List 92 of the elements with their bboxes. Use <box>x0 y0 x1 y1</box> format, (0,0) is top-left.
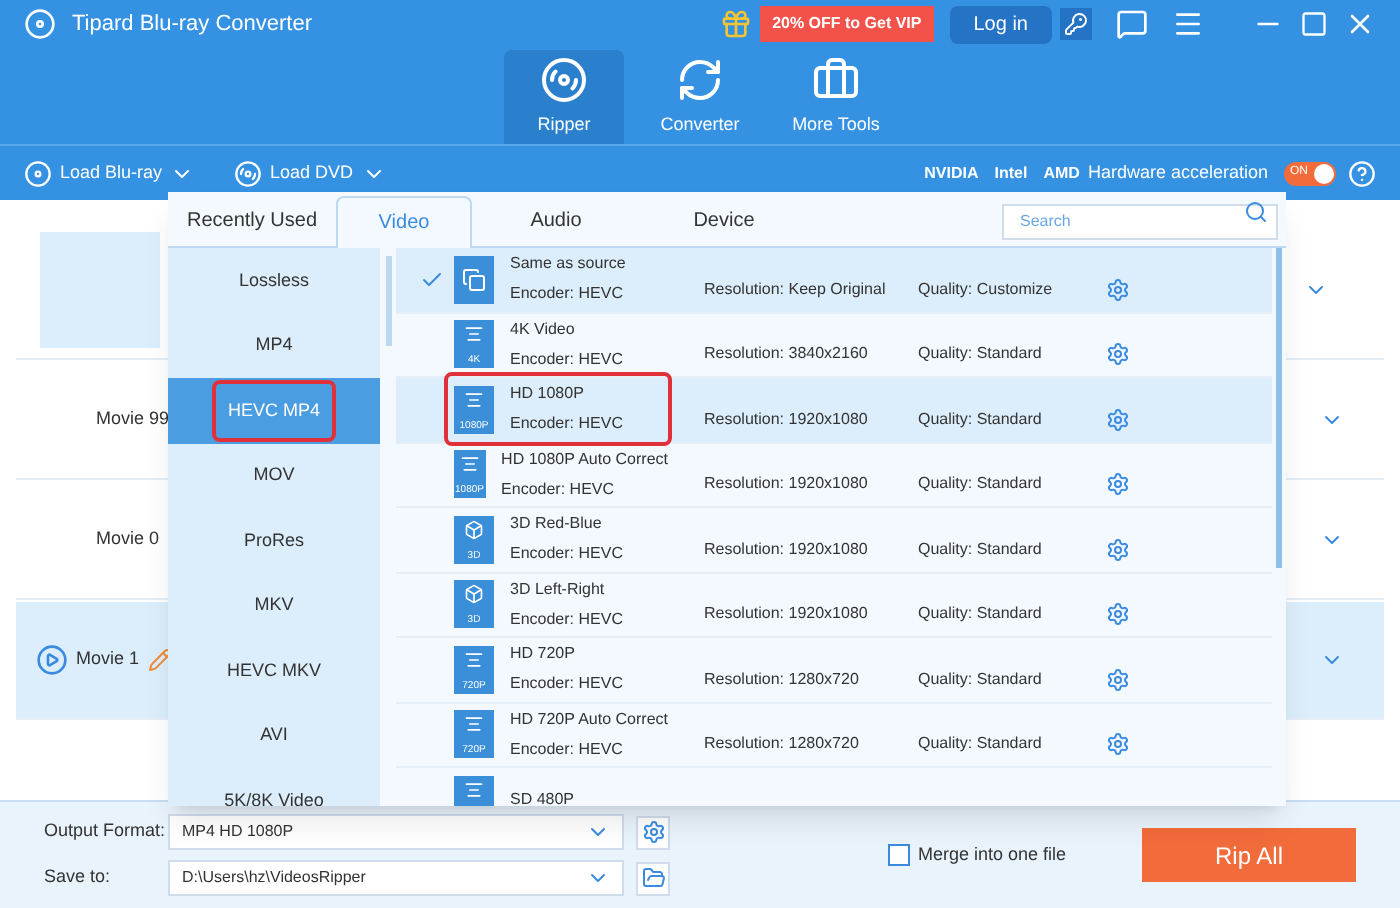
format-settings-button[interactable] <box>636 815 670 849</box>
format-name: SD 480P <box>510 787 575 806</box>
menu-icon[interactable] <box>1172 8 1204 40</box>
dvd-icon <box>234 159 263 187</box>
settings-icon[interactable] <box>1106 537 1130 562</box>
gift-icon <box>720 8 753 40</box>
format-category[interactable]: 5K/8K Video <box>168 768 380 806</box>
scrollbar-thumb[interactable] <box>385 256 391 346</box>
encoder-text: Encoder: HEVC <box>501 477 617 502</box>
format-category[interactable]: ProRes <box>168 508 380 573</box>
encoder-text: Encoder: HEVC <box>510 542 623 567</box>
maximize-icon[interactable] <box>1300 10 1328 38</box>
key-icon[interactable] <box>1060 8 1092 40</box>
movie-title: Movie 1 <box>76 646 140 673</box>
merge-label: Merge into one file <box>917 841 1066 868</box>
format-category[interactable]: Lossless <box>168 248 380 313</box>
feedback-icon[interactable] <box>1116 8 1148 40</box>
format-category[interactable]: AVI <box>168 703 380 768</box>
resolution-text: Resolution: 1280x720 <box>704 667 861 692</box>
quality-text: Quality: Standard <box>918 472 1044 497</box>
format-name: HD 1080P Auto Correct <box>501 447 668 472</box>
format-name: HD 1080P <box>510 382 586 407</box>
search-field[interactable]: Search <box>1002 203 1278 239</box>
resolution-text: Resolution: 3840x2160 <box>704 342 870 367</box>
resolution-text: Resolution: 1920x1080 <box>704 602 870 627</box>
merge-checkbox[interactable] <box>887 844 910 866</box>
encoder-text: Encoder: HEVC <box>510 412 623 437</box>
gpu-vendor-label: Intel <box>994 161 1028 185</box>
settings-icon[interactable] <box>1106 277 1130 302</box>
format-category[interactable]: HEVC MKV <box>168 638 380 703</box>
settings-icon[interactable] <box>1106 342 1130 367</box>
encoder-text: Encoder: HEVC <box>510 607 623 632</box>
scrollbar-thumb[interactable] <box>1276 248 1282 568</box>
settings-icon[interactable] <box>1106 732 1130 757</box>
bluray-thumbnail <box>40 231 160 347</box>
disc-icon <box>540 55 588 104</box>
resolution-text: Resolution: 1920x1080 <box>704 407 870 432</box>
format-name: 4K Video <box>510 317 577 342</box>
format-tab[interactable]: Device <box>640 194 808 246</box>
format-name: HD 720P Auto Correct <box>509 707 668 732</box>
save-to-label: Save to: <box>44 864 113 891</box>
gpu-vendor-label: NVIDIA <box>924 161 979 185</box>
format-category[interactable]: MOV <box>168 443 380 508</box>
format-tab[interactable]: Audio <box>472 194 640 246</box>
resolution-text: Resolution: 1920x1080 <box>704 472 870 497</box>
format-name: Same as source <box>510 252 626 277</box>
help-icon[interactable] <box>1348 159 1376 187</box>
open-folder-button[interactable] <box>636 861 670 895</box>
login-button[interactable]: Log in <box>949 5 1052 43</box>
quality-text: Quality: Standard <box>918 667 1044 692</box>
quality-text: Quality: Standard <box>918 602 1044 627</box>
play-icon[interactable] <box>36 644 68 676</box>
quality-text: Quality: Standard <box>918 537 1044 562</box>
quality-text: Quality: Customize <box>918 277 1055 302</box>
output-format-label: Output Format: <box>44 818 168 845</box>
edit-icon[interactable] <box>147 648 172 672</box>
quality-text: Quality: Standard <box>918 342 1044 367</box>
nav-tab[interactable]: Ripper <box>504 50 624 144</box>
quality-text: Quality: Standard <box>918 407 1044 432</box>
resolution-text: Resolution: Keep Original <box>704 277 888 302</box>
quality-text: Quality: Standard <box>918 732 1044 757</box>
app-logo-icon <box>24 8 56 40</box>
format-category[interactable]: MKV <box>168 573 380 638</box>
settings-icon[interactable] <box>1106 472 1130 497</box>
gpu-vendor-label: AMD <box>1043 161 1080 185</box>
movie-title: Movie 0 <box>96 526 160 553</box>
format-category[interactable]: MP4 <box>168 313 380 378</box>
copy-icon <box>454 255 494 304</box>
resolution-text: Resolution: 1920x1080 <box>704 537 870 562</box>
encoder-text: Encoder: HEVC <box>509 737 625 762</box>
settings-icon[interactable] <box>1106 407 1130 432</box>
convert-icon <box>676 55 724 104</box>
format-tab[interactable]: Recently Used <box>168 194 336 246</box>
encoder-text: Encoder: HEVC <box>510 282 625 307</box>
save-path-select[interactable]: D:\Users\hz\VideosRipper <box>168 860 624 896</box>
format-option-row[interactable]: Same as source Encoder: HEVC Resolution: Keep Original Quality: Customize <box>396 248 1272 313</box>
acceleration-label: Hardware acceleration <box>1087 159 1268 186</box>
format-option-row[interactable]: SD 480P <box>396 768 1272 806</box>
encoder-text: Encoder: HEVC <box>510 672 623 697</box>
resolution-text: Resolution: 1280x720 <box>704 732 861 757</box>
window-title: Tipard Blu-ray Converter <box>72 9 313 40</box>
toolbox-icon <box>812 55 860 104</box>
format-name: 3D Left-Right <box>510 577 607 602</box>
movie-title: Movie 99 <box>96 406 170 433</box>
search-icon[interactable] <box>1244 200 1268 224</box>
output-format-select[interactable]: MP4 HD 1080P <box>168 814 624 850</box>
format-name: 3D Red-Blue <box>510 512 604 537</box>
settings-icon[interactable] <box>1106 602 1130 627</box>
bluray-icon <box>24 159 52 187</box>
format-name: HD 720P <box>510 642 577 667</box>
settings-icon[interactable] <box>1106 667 1130 692</box>
encoder-text: Encoder: HEVC <box>510 347 623 372</box>
